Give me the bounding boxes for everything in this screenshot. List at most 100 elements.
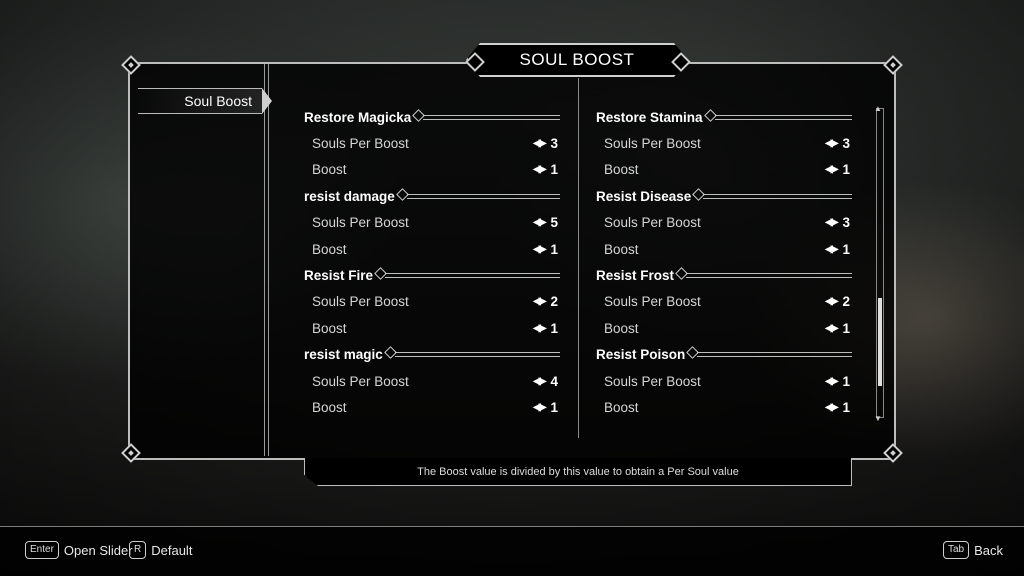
setting-label: Souls Per Boost — [312, 136, 409, 152]
setting-value[interactable]: ◀▶ 3 — [825, 215, 852, 230]
header-divider — [423, 114, 560, 120]
header-divider — [714, 114, 852, 120]
setting-group-header: Restore Magicka — [304, 104, 560, 130]
setting-group-title: Resist Poison — [596, 347, 686, 363]
back-hint[interactable]: Tab Back — [943, 541, 1003, 559]
default-hint[interactable]: R Default — [129, 541, 192, 559]
souls-per-boost-row[interactable]: Souls Per Boost ◀▶ 3 — [596, 210, 852, 236]
double-arrow-icon: ◀▶ — [533, 401, 546, 413]
souls-per-boost-row[interactable]: Souls Per Boost ◀▶ 3 — [596, 130, 852, 156]
setting-value[interactable]: ◀▶ 3 — [533, 136, 560, 151]
open-slider-hint[interactable]: Enter Open Slider — [25, 541, 133, 559]
setting-value[interactable]: ◀▶ 2 — [533, 294, 560, 309]
boost-row[interactable]: Boost ◀▶ 1 — [304, 236, 560, 262]
setting-label: Boost — [312, 320, 347, 336]
boost-row[interactable]: Boost ◀▶ 1 — [596, 157, 852, 183]
sidebar-divider — [268, 64, 269, 456]
setting-label: Boost — [604, 320, 639, 336]
setting-label: Boost — [604, 241, 639, 257]
header-divider — [703, 193, 852, 199]
boost-row[interactable]: Boost ◀▶ 1 — [596, 315, 852, 341]
setting-group-header: Resist Poison — [596, 342, 852, 368]
scroll-up-icon[interactable]: ▲ — [874, 104, 882, 113]
setting-label: Souls Per Boost — [604, 373, 701, 389]
double-arrow-icon: ◀▶ — [533, 164, 546, 176]
setting-group-title: Restore Stamina — [596, 109, 703, 125]
double-arrow-icon: ◀▶ — [825, 375, 838, 387]
double-arrow-icon: ◀▶ — [533, 322, 546, 334]
setting-group-title: Resist Frost — [596, 268, 675, 284]
setting-group-header: resist magic — [304, 342, 560, 368]
setting-value[interactable]: ◀▶ 3 — [825, 136, 852, 151]
header-divider — [697, 352, 852, 358]
header-divider — [406, 193, 560, 199]
setting-value[interactable]: ◀▶ 1 — [825, 321, 852, 336]
setting-value-number: 1 — [842, 241, 850, 257]
setting-label: Souls Per Boost — [312, 373, 409, 389]
left-settings-column: Restore Magicka Souls Per Boost ◀▶ 3 Boost ◀▶… — [304, 104, 560, 421]
header-divider — [394, 352, 560, 358]
description-panel: The Boost value is divided by this value… — [304, 458, 852, 486]
setting-value[interactable]: ◀▶ 1 — [825, 400, 852, 415]
souls-per-boost-row[interactable]: Souls Per Boost ◀▶ 1 — [596, 368, 852, 394]
setting-group-title: Resist Fire — [304, 268, 374, 284]
souls-per-boost-row[interactable]: Souls Per Boost ◀▶ 2 — [596, 289, 852, 315]
scroll-down-icon[interactable]: ▼ — [874, 414, 882, 423]
sidebar-item-label: Soul Boost — [184, 93, 252, 109]
setting-value-number: 5 — [550, 215, 558, 231]
boost-row[interactable]: Boost ◀▶ 1 — [304, 157, 560, 183]
double-arrow-icon: ◀▶ — [825, 322, 838, 334]
setting-label: Boost — [604, 162, 639, 178]
setting-value-number: 1 — [842, 162, 850, 178]
setting-value-number: 2 — [550, 294, 558, 310]
boost-row[interactable]: Boost ◀▶ 1 — [596, 236, 852, 262]
enter-key-icon: Enter — [25, 541, 59, 559]
setting-group-title: Restore Magicka — [304, 109, 412, 125]
setting-value[interactable]: ◀▶ 4 — [533, 374, 560, 389]
setting-value[interactable]: ◀▶ 1 — [533, 400, 560, 415]
setting-label: Souls Per Boost — [312, 294, 409, 310]
setting-value-number: 1 — [550, 399, 558, 415]
boost-row[interactable]: Boost ◀▶ 1 — [304, 394, 560, 420]
souls-per-boost-row[interactable]: Souls Per Boost ◀▶ 4 — [304, 368, 560, 394]
setting-value-number: 2 — [842, 294, 850, 310]
setting-value[interactable]: ◀▶ 1 — [825, 374, 852, 389]
tab-key-icon: Tab — [943, 541, 970, 559]
double-arrow-icon: ◀▶ — [825, 164, 838, 176]
setting-label: Souls Per Boost — [312, 215, 409, 231]
setting-value-number: 3 — [842, 215, 850, 231]
setting-value[interactable]: ◀▶ 1 — [825, 242, 852, 257]
setting-value[interactable]: ◀▶ 5 — [533, 215, 560, 230]
setting-value[interactable]: ◀▶ 1 — [533, 321, 560, 336]
setting-value-number: 1 — [842, 320, 850, 336]
setting-value-number: 1 — [842, 399, 850, 415]
r-key-icon: R — [129, 541, 147, 559]
setting-label: Souls Per Boost — [604, 215, 701, 231]
double-arrow-icon: ◀▶ — [533, 217, 546, 229]
scrollbar-thumb[interactable] — [878, 298, 882, 386]
souls-per-boost-row[interactable]: Souls Per Boost ◀▶ 3 — [304, 130, 560, 156]
sidebar-item-soul-boost[interactable]: Soul Boost — [138, 88, 262, 114]
setting-label: Souls Per Boost — [604, 294, 701, 310]
back-label: Back — [974, 542, 1004, 558]
double-arrow-icon: ◀▶ — [825, 138, 838, 150]
boost-row[interactable]: Boost ◀▶ 1 — [596, 394, 852, 420]
souls-per-boost-row[interactable]: Souls Per Boost ◀▶ 2 — [304, 289, 560, 315]
double-arrow-icon: ◀▶ — [825, 401, 838, 413]
column-divider — [578, 78, 579, 438]
setting-value[interactable]: ◀▶ 1 — [533, 162, 560, 177]
setting-value[interactable]: ◀▶ 1 — [825, 162, 852, 177]
double-arrow-icon: ◀▶ — [533, 375, 546, 387]
setting-value[interactable]: ◀▶ 2 — [825, 294, 852, 309]
double-arrow-icon: ◀▶ — [533, 243, 546, 255]
setting-value-number: 1 — [550, 241, 558, 257]
header-divider — [385, 273, 560, 279]
setting-label: Boost — [312, 399, 347, 415]
souls-per-boost-row[interactable]: Souls Per Boost ◀▶ 5 — [304, 210, 560, 236]
setting-group-header: Resist Disease — [596, 183, 852, 209]
setting-value-number: 3 — [550, 136, 558, 152]
setting-value[interactable]: ◀▶ 1 — [533, 242, 560, 257]
boost-row[interactable]: Boost ◀▶ 1 — [304, 315, 560, 341]
setting-value-number: 1 — [550, 162, 558, 178]
double-arrow-icon: ◀▶ — [533, 138, 546, 150]
